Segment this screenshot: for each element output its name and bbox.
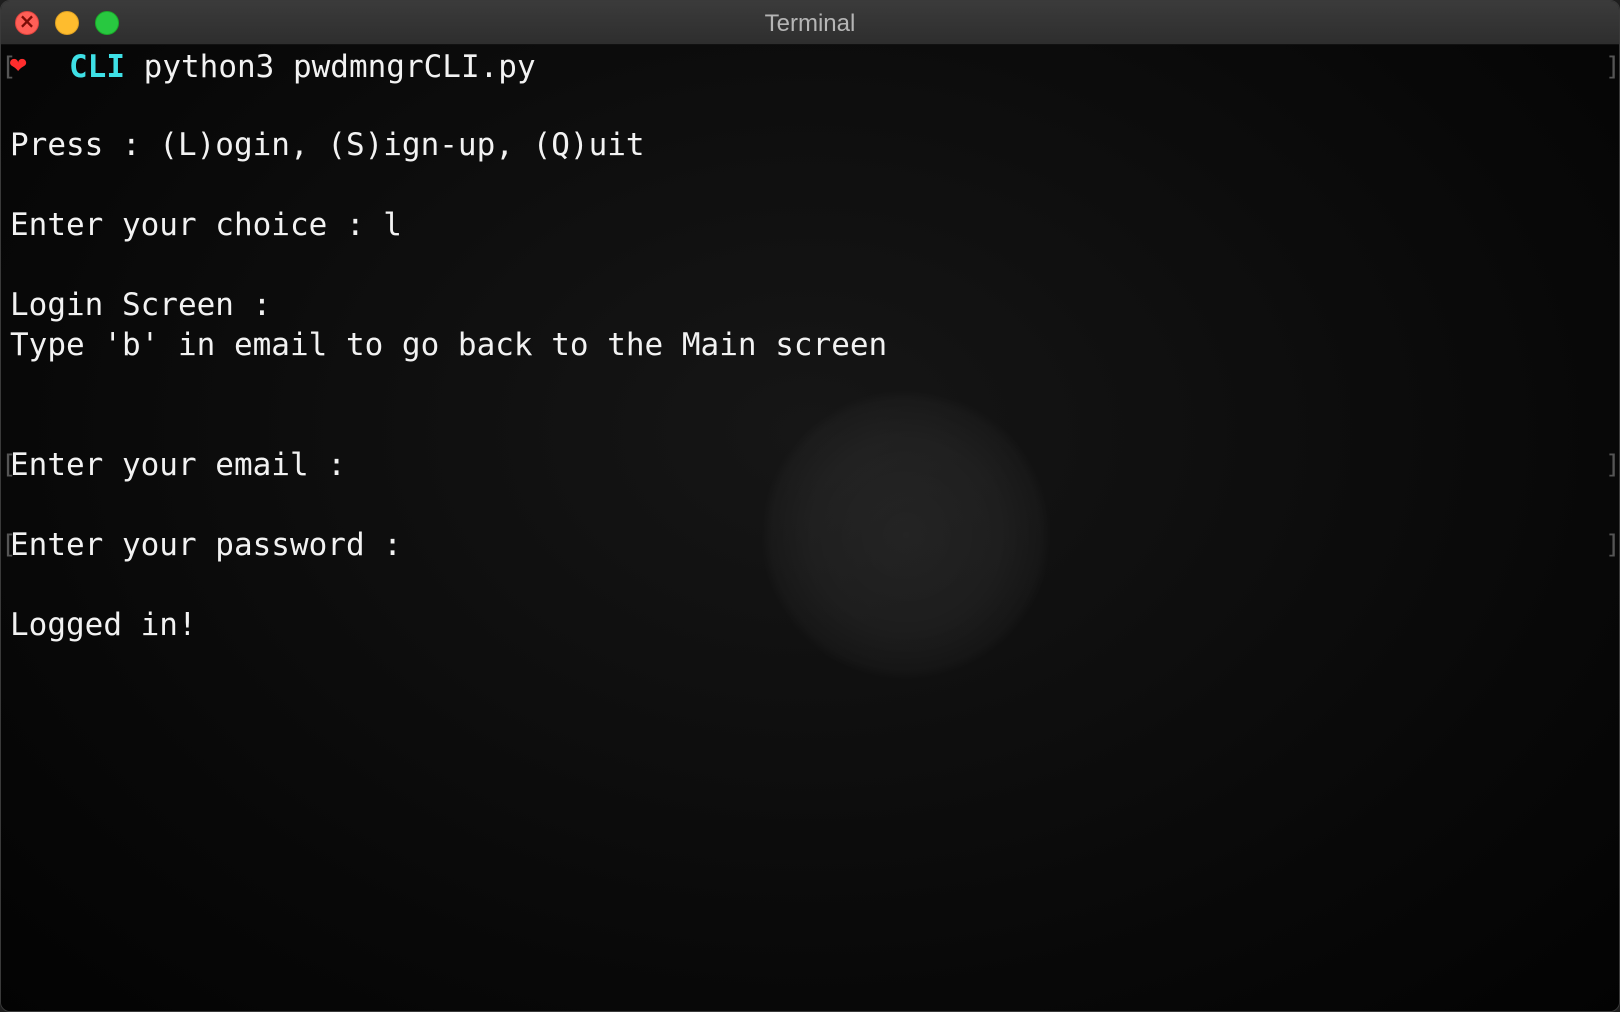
mark-bracket-right: ] xyxy=(1605,530,1620,560)
result-line: Logged in! xyxy=(10,607,197,643)
prompt-line: CLI python3 pwdmngrCLI.py xyxy=(69,47,536,87)
email-prompt-line: Enter your email : xyxy=(10,447,346,483)
title-bar[interactable]: Terminal xyxy=(1,1,1619,45)
prompt-command: python3 pwdmngrCLI.py xyxy=(143,49,536,85)
choice-line: Enter your choice : l xyxy=(10,207,402,243)
login-title-line: Login Screen : xyxy=(10,287,272,323)
login-hint-line: Type 'b' in email to go back to the Main… xyxy=(10,327,888,363)
mark-bracket-right: ] xyxy=(1605,52,1620,82)
mark-bracket-right: ] xyxy=(1605,450,1620,480)
prompt-directory: CLI xyxy=(69,49,125,85)
terminal-window: Terminal [ ] ❤ CLI python3 pwdmngrCLI.py… xyxy=(0,0,1620,1012)
terminal-content[interactable]: [ ] ❤ CLI python3 pwdmngrCLI.py Press : … xyxy=(1,45,1620,1011)
heart-icon: ❤ xyxy=(9,54,28,79)
password-prompt-line: Enter your password : xyxy=(10,527,402,563)
menu-line: Press : (L)ogin, (S)ign-up, (Q)uit xyxy=(10,127,645,163)
window-title: Terminal xyxy=(764,10,856,37)
